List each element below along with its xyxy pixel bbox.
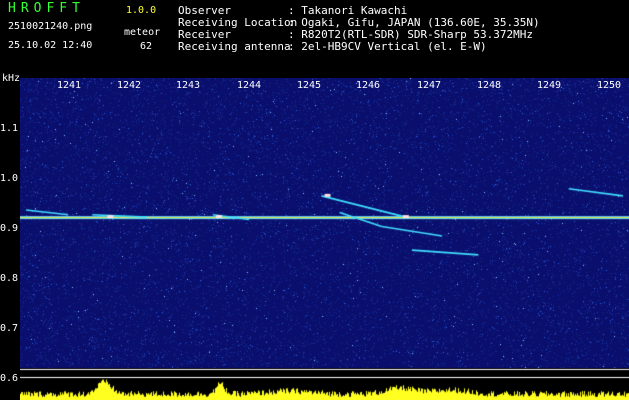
capture-datetime: 25.10.02 12:40: [8, 40, 93, 51]
x-tick-label: 1241: [56, 80, 82, 91]
file-name: 2510021240.png: [8, 21, 93, 32]
x-tick-label: 1247: [416, 80, 442, 91]
x-tick-label: 1245: [296, 80, 322, 91]
antenna-value: : 2el-HB9CV Vertical (el. E-W): [288, 40, 487, 53]
x-tick-label: 1248: [476, 80, 502, 91]
y-tick-label: 0.7: [0, 323, 19, 334]
spectrogram-screen: HROFFT 1.0.0 2510021240.png 25.10.02 12:…: [0, 0, 629, 400]
y-tick-label: 0.6: [0, 373, 19, 384]
y-tick-label: 0.8: [0, 273, 19, 284]
y-tick-label: 1.0: [0, 173, 19, 184]
x-tick-label: 1244: [236, 80, 262, 91]
x-tick-label: 1242: [116, 80, 142, 91]
y-tick-label: 1.1: [0, 123, 19, 134]
meteor-label: meteor: [124, 27, 161, 38]
x-tick-label: 1250: [596, 80, 622, 91]
x-tick-label: 1246: [355, 80, 381, 91]
y-tick-label: 0.9: [0, 223, 19, 234]
antenna-key: Receiving antenna: [178, 40, 291, 53]
x-tick-label: 1243: [175, 80, 201, 91]
app-title: HROFFT: [8, 1, 85, 16]
app-version: 1.0.0: [126, 5, 157, 16]
spectrogram-plot: [20, 78, 629, 400]
meteor-count: 62: [140, 41, 153, 52]
x-tick-label: 1249: [536, 80, 562, 91]
y-axis-unit: kHz: [2, 73, 21, 84]
